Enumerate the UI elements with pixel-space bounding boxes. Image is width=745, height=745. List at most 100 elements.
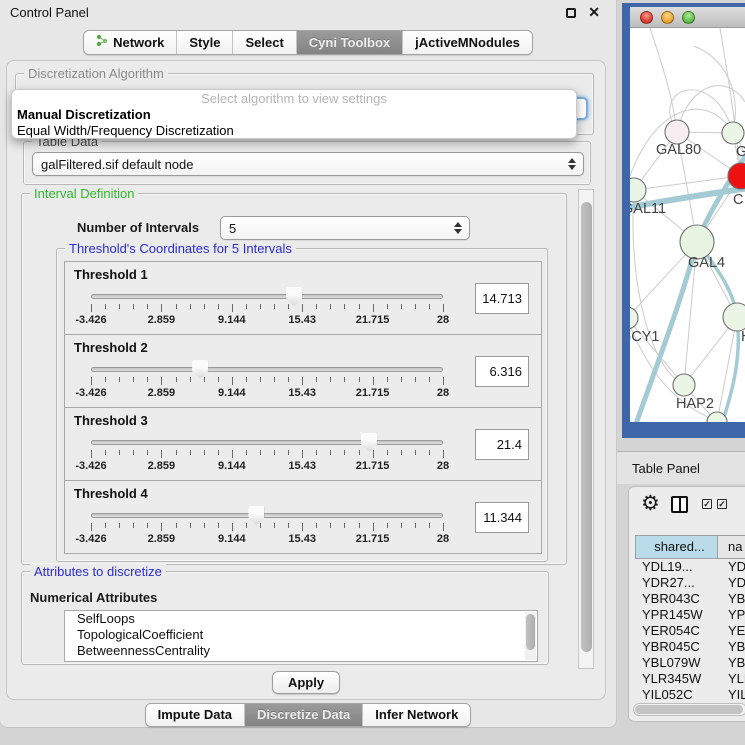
list-scrollbar[interactable] <box>525 612 536 660</box>
network-node[interactable] <box>728 163 745 189</box>
scrollbar-thumb[interactable] <box>635 705 743 714</box>
dropdown-placeholder-item[interactable]: Select algorithm to view settings <box>12 91 576 107</box>
gear-icon[interactable]: ⚙ <box>641 493 660 514</box>
table-row[interactable]: YBR043CYBR0 <box>635 591 745 607</box>
checkbox-icon[interactable]: ✓ <box>717 499 727 509</box>
network-node[interactable] <box>673 374 695 396</box>
float-window-icon[interactable] <box>566 8 576 18</box>
column-header-name[interactable]: na <box>718 536 745 558</box>
cell-shared-name[interactable]: YLR345W <box>635 671 717 687</box>
cell-name[interactable]: YDR2 <box>717 575 745 591</box>
tick-mark <box>218 523 219 528</box>
scrollbar-thumb[interactable] <box>526 614 535 650</box>
tab-cyni-toolbox[interactable]: Cyni Toolbox <box>297 31 403 54</box>
network-node[interactable] <box>630 307 638 329</box>
tab-discretize-data[interactable]: Discretize Data <box>245 704 363 726</box>
tab-impute-data[interactable]: Impute Data <box>146 704 245 726</box>
list-item[interactable]: SelfLoops <box>65 611 537 627</box>
number-of-intervals-value: 5 <box>229 221 236 236</box>
tick-mark <box>288 450 289 455</box>
cell-name[interactable]: YIL0 <box>717 687 745 703</box>
table-row[interactable]: YBL079WYBL0 <box>635 655 745 671</box>
table-row[interactable]: YPR145WYPR1 <box>635 607 745 623</box>
cell-name[interactable]: YER0 <box>717 623 745 639</box>
table-row[interactable]: YBR045CYBR0 <box>635 639 745 655</box>
slider-track[interactable] <box>91 440 443 445</box>
zoom-traffic-light-icon[interactable] <box>682 11 695 24</box>
cell-name[interactable]: YLR3 <box>717 671 745 687</box>
cell-shared-name[interactable]: YBL079W <box>635 655 717 671</box>
table-row[interactable]: YDL19...YDL1 <box>635 559 745 575</box>
checkbox-icon[interactable]: ✓ <box>702 499 712 509</box>
settings-vertical-scrollbar[interactable] <box>578 189 594 669</box>
dropdown-item-equal-width[interactable]: Equal Width/Frequency Discretization <box>12 123 576 139</box>
tab-jactivemnodules[interactable]: jActiveMNodules <box>403 31 532 54</box>
slider-track[interactable] <box>91 367 443 372</box>
table-row[interactable]: YIL052CYIL0 <box>635 687 745 703</box>
table-horizontal-scrollbar[interactable] <box>633 703 745 716</box>
network-window-titlebar[interactable] <box>630 7 745 28</box>
table-row[interactable]: YLR345WYLR3 <box>635 671 745 687</box>
cell-name[interactable]: YBR0 <box>717 591 745 607</box>
network-edge[interactable] <box>694 46 735 133</box>
cell-name[interactable]: YDL1 <box>717 559 745 575</box>
cell-name[interactable]: YBL0 <box>717 655 745 671</box>
number-of-intervals-combobox[interactable]: 5 <box>220 216 470 240</box>
columns-icon[interactable] <box>671 496 688 513</box>
cell-shared-name[interactable]: YER054C <box>635 623 717 639</box>
threshold-row-4: Threshold 4-3.4262.8599.14415.4321.71528… <box>64 480 542 554</box>
close-traffic-light-icon[interactable] <box>640 11 653 24</box>
node-table: shared... na YDL19...YDL1YDR27...YDR2YBR… <box>635 535 745 703</box>
network-canvas[interactable]: GAL80GACGAL11GAL4GCY1HHAP2 <box>630 28 745 422</box>
network-node[interactable] <box>723 303 745 331</box>
tick-mark <box>415 523 416 528</box>
tab-style[interactable]: Style <box>177 31 233 54</box>
threshold-value-field[interactable]: 6.316 <box>475 356 529 387</box>
tab-label: Impute Data <box>158 707 232 722</box>
scrollbar-thumb[interactable] <box>581 202 592 652</box>
dropdown-item-manual[interactable]: Manual Discretization <box>12 107 576 123</box>
cell-shared-name[interactable]: YDL19... <box>635 559 717 575</box>
tick-mark <box>119 523 120 528</box>
list-item[interactable]: TopologicalCoefficient <box>65 627 537 643</box>
cell-shared-name[interactable]: YBR043C <box>635 591 717 607</box>
cell-shared-name[interactable]: YIL052C <box>635 687 717 703</box>
tab-label: Infer Network <box>375 707 458 722</box>
threshold-value-field[interactable]: 14.713 <box>475 283 529 314</box>
cell-name[interactable]: YPR1 <box>717 607 745 623</box>
table-data-combobox[interactable]: galFiltered.sif default node <box>32 152 584 176</box>
slider-thumb[interactable] <box>361 433 377 452</box>
list-item[interactable]: BetweennessCentrality <box>65 643 537 659</box>
network-node-label: GCY1 <box>630 329 660 345</box>
tick-mark <box>373 377 374 385</box>
table-row[interactable]: YER054CYER0 <box>635 623 745 639</box>
slider-track[interactable] <box>91 513 443 518</box>
cell-shared-name[interactable]: YPR145W <box>635 607 717 623</box>
table-row[interactable]: YDR27...YDR2 <box>635 575 745 591</box>
cell-name[interactable]: YBR0 <box>717 639 745 655</box>
tick-mark <box>218 450 219 455</box>
close-icon[interactable]: ✕ <box>588 4 600 21</box>
network-node[interactable] <box>722 122 744 144</box>
threshold-value-field[interactable]: 21.4 <box>475 429 529 460</box>
minimize-traffic-light-icon[interactable] <box>661 11 674 24</box>
tick-mark <box>429 450 430 455</box>
tab-network[interactable]: Network <box>84 31 177 54</box>
cell-shared-name[interactable]: YBR045C <box>635 639 717 655</box>
column-header-shared-name[interactable]: shared... <box>636 536 718 558</box>
tick-mark <box>443 304 444 312</box>
network-node[interactable] <box>665 120 689 144</box>
tick-mark <box>204 377 205 382</box>
tick-mark <box>330 377 331 382</box>
slider-thumb[interactable] <box>192 360 208 379</box>
tick-label: 28 <box>437 460 449 472</box>
tab-select[interactable]: Select <box>233 31 296 54</box>
cell-shared-name[interactable]: YDR27... <box>635 575 717 591</box>
slider-track[interactable] <box>91 294 443 299</box>
apply-button[interactable]: Apply <box>272 671 340 694</box>
network-node[interactable] <box>680 225 714 259</box>
slider-thumb[interactable] <box>248 506 264 525</box>
threshold-value-field[interactable]: 11.344 <box>475 502 529 533</box>
numerical-attributes-list[interactable]: SelfLoopsTopologicalCoefficientBetweenne… <box>64 610 538 662</box>
tab-infer-network[interactable]: Infer Network <box>363 704 470 726</box>
